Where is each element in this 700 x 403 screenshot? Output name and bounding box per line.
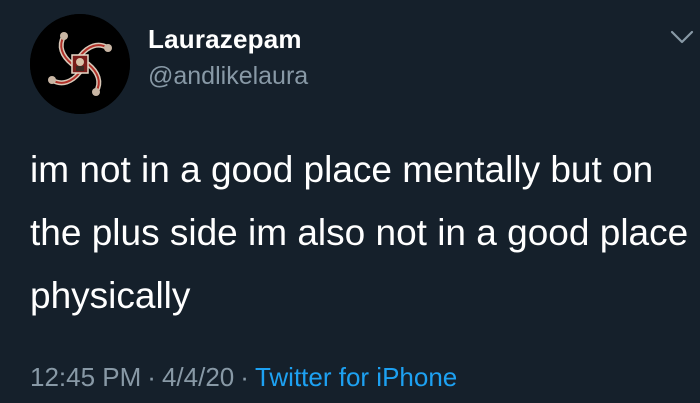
separator: ·: [147, 362, 156, 392]
avatar-image: [30, 14, 130, 114]
tweet-text: im not in a good place mentally but on t…: [30, 149, 689, 316]
chevron-down-icon[interactable]: [668, 28, 696, 46]
tweet-card: Laurazepam @andlikelaura im not in a goo…: [0, 0, 700, 403]
tweet-time[interactable]: 12:45 PM: [30, 362, 141, 392]
tweet-source-link[interactable]: Twitter for iPhone: [255, 362, 457, 392]
separator: ·: [240, 362, 249, 392]
display-name[interactable]: Laurazepam: [148, 24, 302, 55]
avatar[interactable]: [30, 14, 130, 114]
tweet-metadata: 12:45 PM · 4/4/20 · Twitter for iPhone: [30, 362, 457, 393]
tweet-date[interactable]: 4/4/20: [162, 362, 234, 392]
user-handle[interactable]: @andlikelaura: [148, 62, 308, 91]
